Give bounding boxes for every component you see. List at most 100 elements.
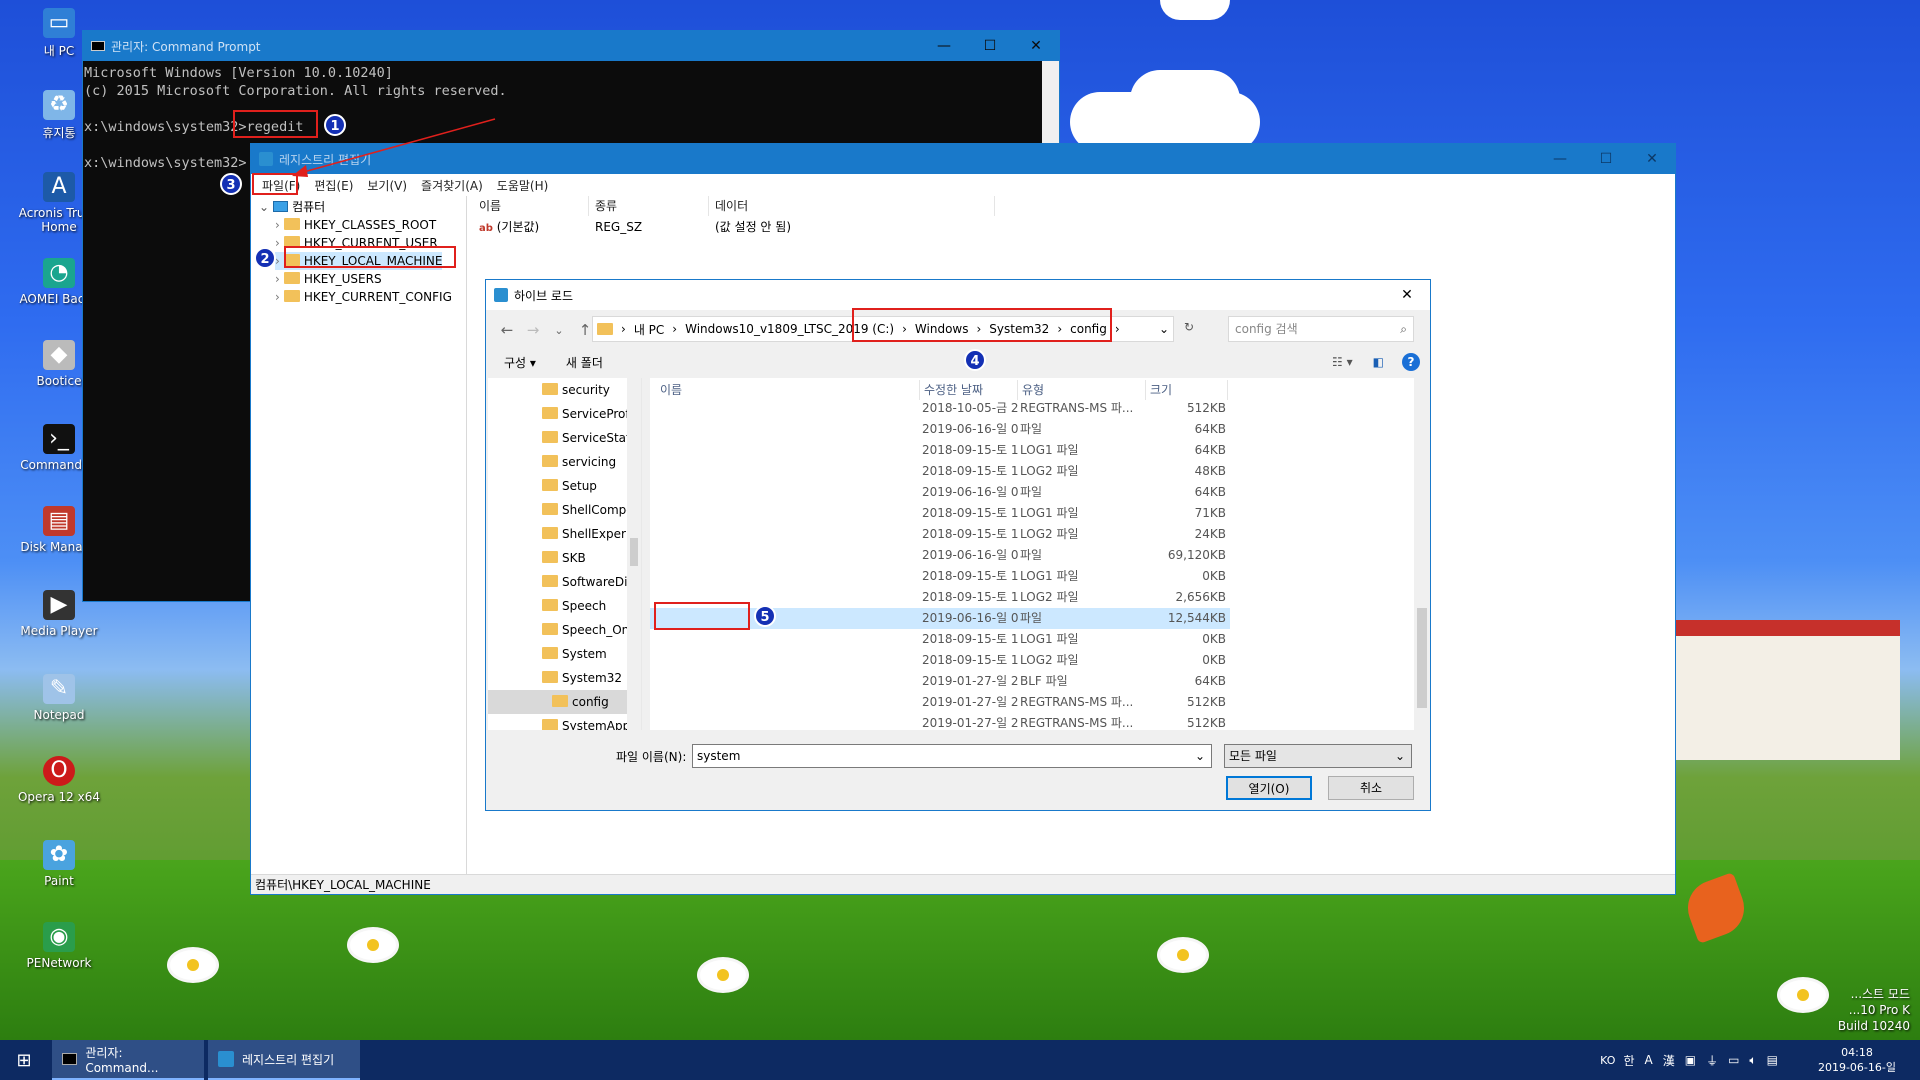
taskbar-item-regedit[interactable]: 레지스트리 편집기 — [208, 1040, 360, 1080]
maximize-button[interactable]: ☐ — [967, 31, 1013, 61]
close-button[interactable]: ✕ — [1013, 31, 1059, 61]
tree-item-computer[interactable]: ⌄ 컴퓨터 — [259, 198, 325, 216]
file-row[interactable]: SAM2019-06-16-일 0...파일64KB — [650, 419, 1230, 440]
column-header-type[interactable]: 종류 — [589, 196, 709, 216]
open-button[interactable]: 열기(O) — [1226, 776, 1312, 800]
recent-chevron-icon[interactable]: ⌄ — [546, 324, 572, 337]
chevron-down-icon[interactable]: ⌄ — [1155, 322, 1173, 336]
preview-pane-icon[interactable]: ◧ — [1373, 355, 1384, 369]
display-icon[interactable]: ▭ — [1728, 1053, 1739, 1067]
nav-folder-item[interactable]: SKB — [542, 546, 586, 570]
usb-icon[interactable]: ⏚ — [1706, 1052, 1718, 1069]
close-button[interactable]: ✕ — [1629, 144, 1675, 174]
cmd-titlebar[interactable]: 관리자: Command Prompt — ☐ ✕ — [83, 31, 1059, 61]
chevron-right-icon[interactable]: › — [275, 236, 280, 250]
hanja-icon[interactable]: 漢 — [1663, 1052, 1675, 1069]
organize-button[interactable]: 구성 ▾ — [504, 354, 536, 371]
file-row[interactable]: SOFTWARE.LOG12018-09-15-토 1...LOG1 파일0KB — [650, 566, 1230, 587]
forward-arrow-icon[interactable]: → — [520, 321, 546, 339]
nav-folder-item[interactable]: Speech_One — [542, 618, 637, 642]
value-row[interactable]: ab (기본값) REG_SZ (값 설정 안 됨) — [479, 218, 999, 236]
nav-folder-item[interactable]: Speech — [542, 594, 606, 618]
desktop-icon-paint[interactable]: ✿ Paint — [2, 840, 116, 888]
search-input[interactable]: config 검색 ⌕ — [1228, 316, 1414, 342]
tree-item-hkcc[interactable]: › HKEY_CURRENT_CONFIG — [275, 288, 452, 306]
desktop-icon-notepad[interactable]: ✎ Notepad — [2, 674, 116, 722]
file-list[interactable]: 이름 수정한 날짜 유형 크기 ELAM{1c379127-b8ad-11e8-… — [650, 378, 1416, 730]
font-icon[interactable]: A — [1644, 1053, 1652, 1067]
file-row[interactable]: SECURITY.LOG12018-09-15-토 1...LOG1 파일71K… — [650, 503, 1230, 524]
column-header-date[interactable]: 수정한 날짜 — [920, 380, 1018, 400]
minimize-button[interactable]: — — [921, 31, 967, 61]
ime-mode[interactable]: 한 — [1623, 1052, 1634, 1069]
column-header-type[interactable]: 유형 — [1018, 380, 1146, 400]
chevron-down-icon[interactable]: ⌄ — [1395, 745, 1405, 767]
volume-icon[interactable]: 🔈︎ — [1749, 1053, 1756, 1068]
desktop-icon-opera[interactable]: O Opera 12 x64 — [2, 756, 116, 804]
nav-folder-item[interactable]: ServiceProfi — [542, 402, 633, 426]
column-header-name[interactable]: 이름 — [473, 196, 589, 216]
file-row[interactable]: SYSTEM.LOG22018-09-15-토 1...LOG2 파일0KB — [650, 650, 1230, 671]
folder-nav-pane[interactable]: security ServiceProfi ServiceState servi… — [488, 378, 642, 730]
desktop-icon-penetwork[interactable]: ◉ PENetwork — [2, 922, 116, 970]
back-arrow-icon[interactable]: ← — [494, 321, 520, 339]
taskbar-item-cmd[interactable]: 관리자: Command... — [52, 1040, 204, 1080]
nav-folder-item[interactable]: ShellCompo — [542, 498, 634, 522]
nav-folder-item[interactable]: SoftwareDis — [542, 570, 634, 594]
chevron-down-icon[interactable]: ⌄ — [1195, 745, 1205, 767]
refresh-icon[interactable]: ↻ — [1184, 320, 1194, 334]
file-row[interactable]: SAM.LOG12018-09-15-토 1...LOG1 파일64KB — [650, 440, 1230, 461]
chevron-down-icon[interactable]: ⌄ — [259, 200, 269, 214]
maximize-button[interactable]: ☐ — [1583, 144, 1629, 174]
scroll-thumb[interactable] — [1417, 608, 1427, 708]
nav-folder-item[interactable]: Setup — [542, 474, 597, 498]
nav-scroll-thumb[interactable] — [630, 538, 638, 566]
nav-folder-item[interactable]: System — [542, 642, 607, 666]
cloud — [1130, 70, 1240, 130]
file-row[interactable]: SYSTEM{093539f2-b8b8-11e8-abe9-e4...2019… — [650, 713, 1230, 730]
tree-item-hku[interactable]: › HKEY_USERS — [275, 270, 382, 288]
chevron-right-icon[interactable]: › — [275, 272, 280, 286]
view-options-icon[interactable]: ☷ ▾ — [1332, 355, 1353, 369]
file-row[interactable]: SYSTEM{093539f2-b8b8-11e8-abe9-e4...2019… — [650, 692, 1230, 713]
cancel-button[interactable]: 취소 — [1328, 776, 1414, 800]
clock[interactable]: 04:18 2019-06-16-일 — [1818, 1045, 1896, 1075]
new-folder-button[interactable]: 새 폴더 — [566, 354, 603, 371]
nav-folder-item[interactable]: ShellExperie — [542, 522, 637, 546]
column-header-data[interactable]: 데이터 — [709, 196, 995, 216]
column-header-size[interactable]: 크기 — [1146, 380, 1228, 400]
nav-folder-item[interactable]: servicing — [542, 450, 616, 474]
breadcrumb-item[interactable]: 내 PC — [630, 321, 668, 338]
file-row[interactable]: SYSTEM.LOG12018-09-15-토 1...LOG1 파일0KB — [650, 629, 1230, 650]
file-row[interactable]: SYSTEM{093539f2-b8b8-11e8-abe9-e4...2019… — [650, 671, 1230, 692]
load-hive-dialog[interactable]: 하이브 로드 ✕ ← → ⌄ ↑ › 내 PC › Windows10_v180… — [485, 279, 1431, 811]
column-header-name[interactable]: 이름 — [656, 380, 920, 400]
cmd-scrollbar[interactable] — [1042, 61, 1059, 147]
tree-item-hkcr[interactable]: › HKEY_CLASSES_ROOT — [275, 216, 436, 234]
nav-scrollbar[interactable] — [627, 378, 641, 730]
filename-input[interactable]: system ⌄ — [692, 744, 1212, 768]
file-row[interactable]: SECURITY.LOG22018-09-15-토 1...LOG2 파일24K… — [650, 524, 1230, 545]
dialog-titlebar[interactable]: 하이브 로드 ✕ — [486, 280, 1430, 310]
help-icon[interactable]: ? — [1402, 353, 1420, 371]
file-type-select[interactable]: 모든 파일 ⌄ — [1224, 744, 1412, 768]
file-row[interactable]: software2019-06-16-일 0...파일69,120KB — [650, 545, 1230, 566]
chevron-right-icon[interactable]: › — [275, 290, 280, 304]
file-row[interactable]: SAM.LOG22018-09-15-토 1...LOG2 파일48KB — [650, 461, 1230, 482]
nav-folder-item[interactable]: ServiceState — [542, 426, 638, 450]
registry-tree[interactable]: ⌄ 컴퓨터 › HKEY_CLASSES_ROOT › HKEY_CURRENT_US… — [251, 196, 467, 874]
input-language[interactable]: KO — [1600, 1054, 1615, 1067]
nav-folder-item[interactable]: security — [542, 378, 610, 402]
nav-folder-item[interactable]: SystemApp — [542, 714, 630, 730]
minimize-button[interactable]: — — [1537, 144, 1583, 174]
nav-folder-item[interactable]: System32 — [542, 666, 622, 690]
chevron-right-icon[interactable]: › — [275, 218, 280, 232]
close-button[interactable]: ✕ — [1384, 280, 1430, 310]
file-list-scrollbar[interactable] — [1414, 378, 1430, 730]
network-tray-icon[interactable]: ▣ — [1685, 1053, 1696, 1067]
start-button[interactable]: ⊞ — [0, 1040, 48, 1080]
file-row[interactable]: SECURITY2019-06-16-일 0...파일64KB — [650, 482, 1230, 503]
file-row[interactable]: ELAM{1c379127-b8ad-11e8-aa21-e41d...2018… — [650, 398, 1230, 419]
notification-icon[interactable]: ▤ — [1767, 1053, 1778, 1067]
nav-folder-item-selected[interactable]: config — [488, 690, 628, 714]
